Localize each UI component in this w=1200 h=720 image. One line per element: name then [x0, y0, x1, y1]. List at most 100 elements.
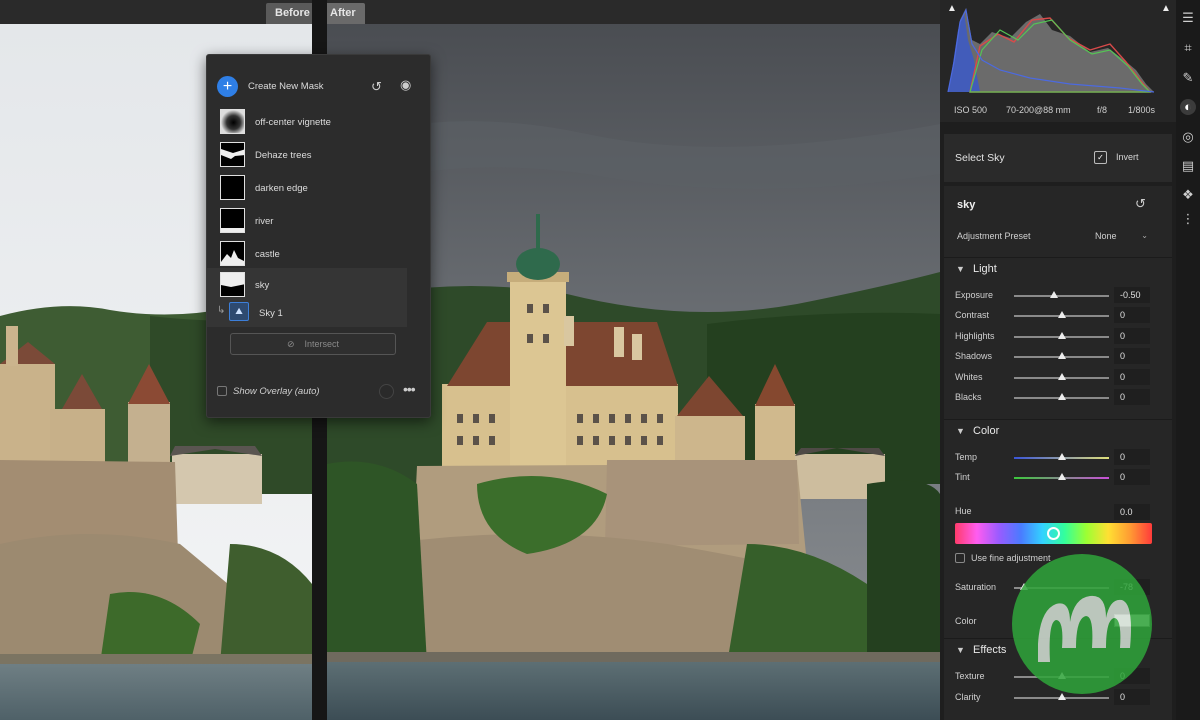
light-section-header[interactable]: ▼ Light	[944, 257, 1172, 281]
slider-value-input[interactable]: 0	[1114, 389, 1150, 405]
crop-icon[interactable]: ⌗	[1180, 40, 1196, 56]
sky-selection-icon: ⛰	[229, 302, 249, 321]
shadow-clipping-icon[interactable]: ▲	[947, 3, 957, 14]
after-tab[interactable]: After	[321, 3, 365, 24]
mask-name: off-center vignette	[255, 117, 331, 128]
mask-row-castle[interactable]: castle	[207, 238, 430, 270]
mask-row-darken-edge[interactable]: darken edge	[207, 172, 430, 204]
healing-brush-icon[interactable]: ✎	[1180, 70, 1196, 86]
slider-label: Temp	[955, 452, 978, 462]
clarity-slider[interactable]	[1014, 693, 1109, 700]
component-name: Sky 1	[259, 308, 283, 319]
slider-thumb[interactable]	[1057, 473, 1066, 480]
shutter-value: 1/800s	[1128, 105, 1156, 115]
more-icon[interactable]: ⋮	[1180, 211, 1196, 227]
temp-slider[interactable]	[1014, 453, 1109, 460]
slider-thumb[interactable]	[1057, 393, 1066, 400]
red-eye-icon[interactable]: ◎	[1180, 129, 1196, 145]
hue-value-input[interactable]: 0.0	[1114, 504, 1150, 520]
mask-thumbnail	[220, 175, 245, 200]
histogram: ▲ ▲	[940, 0, 1176, 100]
eye-icon[interactable]: ◉	[400, 77, 411, 93]
mask-thumbnail	[220, 142, 245, 167]
selection-row: Select Sky ✓ Invert	[944, 134, 1172, 182]
show-overlay-checkbox[interactable]	[217, 386, 227, 396]
slider-label: Tint	[955, 472, 970, 482]
adjustment-preset-select[interactable]: None ⌄	[1089, 228, 1151, 244]
hue-slider[interactable]	[955, 523, 1152, 544]
show-overlay-row: Show Overlay (auto) •••	[207, 381, 430, 403]
mask-row-sky[interactable]: sky	[207, 268, 407, 300]
hue-slider-thumb[interactable]	[1047, 527, 1060, 540]
slider-thumb[interactable]	[1057, 352, 1066, 359]
mask-row-dehaze-trees[interactable]: Dehaze trees	[207, 139, 430, 171]
presets-icon[interactable]: ▤	[1180, 158, 1196, 174]
preset-value: None	[1095, 231, 1117, 241]
mask-row-vignette[interactable]: off-center vignette	[207, 106, 430, 138]
show-overlay-label[interactable]: Show Overlay (auto)	[233, 386, 320, 397]
exposure-slider[interactable]	[1014, 291, 1109, 298]
before-tab[interactable]: Before	[266, 3, 319, 24]
slider-value-input[interactable]: 0	[1114, 328, 1150, 344]
slider-value-input[interactable]: 0	[1114, 369, 1150, 385]
mask-thumbnail	[220, 241, 245, 266]
slider-thumb[interactable]	[1057, 332, 1066, 339]
contrast-slider[interactable]	[1014, 311, 1109, 318]
reset-icon[interactable]: ↺	[1135, 196, 1146, 212]
highlights-slider[interactable]	[1014, 332, 1109, 339]
tint-slider[interactable]	[1014, 473, 1109, 480]
photo-canvas[interactable]: Before After + Create New Mask ↺ ◉ off-c…	[0, 0, 940, 720]
mask-component-sky-1[interactable]: ↳ ⛰ Sky 1	[207, 299, 407, 327]
slider-value-input[interactable]: 0	[1114, 449, 1150, 465]
whites-slider[interactable]	[1014, 373, 1109, 380]
exif-info: ISO 500 70-200@88 mm f/8 1/800s	[940, 100, 1176, 122]
intersect-label: Intersect	[304, 339, 340, 349]
highlights-slider-row: Highlights 0	[944, 327, 1172, 347]
overlay-color-swatch[interactable]	[379, 384, 394, 399]
shadows-slider[interactable]	[1014, 352, 1109, 359]
mask-name: sky	[255, 280, 270, 291]
slider-value-input[interactable]: 0	[1114, 469, 1150, 485]
slider-value-input[interactable]: 0	[1114, 348, 1150, 364]
reset-icon[interactable]: ↺	[371, 79, 382, 95]
slider-label: Clarity	[955, 692, 981, 702]
blacks-slider[interactable]	[1014, 393, 1109, 400]
slider-value-input[interactable]: -0.50	[1114, 287, 1150, 303]
color-section-header[interactable]: ▼ Color	[944, 419, 1172, 443]
mask-row-river[interactable]: river	[207, 205, 430, 237]
mask-thumbnail	[220, 208, 245, 233]
masking-icon[interactable]: ◐	[1180, 99, 1196, 115]
slider-thumb[interactable]	[1057, 311, 1066, 318]
masks-header: + Create New Mask ↺ ◉	[207, 73, 430, 99]
masks-panel: + Create New Mask ↺ ◉ off-center vignett…	[206, 54, 431, 418]
color-section-title: Color	[973, 425, 1000, 437]
create-new-mask-button[interactable]: +	[217, 76, 238, 97]
select-sky-label: Select Sky	[955, 152, 1005, 164]
whites-slider-row: Whites 0	[944, 368, 1172, 388]
watermark-logo	[1010, 552, 1154, 696]
mask-thumbnail	[220, 109, 245, 134]
more-options-icon[interactable]: •••	[403, 381, 416, 397]
temp-slider-row: Temp 0	[944, 448, 1172, 468]
versions-icon[interactable]: ❖	[1180, 187, 1196, 203]
slider-value-input[interactable]: 0	[1114, 307, 1150, 323]
invert-label[interactable]: Invert	[1116, 152, 1139, 162]
aperture-value: f/8	[1097, 105, 1108, 115]
sliders-icon[interactable]: ☰	[1180, 10, 1196, 26]
highlight-clipping-icon[interactable]: ▲	[1161, 3, 1171, 14]
lightroom-window: Before After + Create New Mask ↺ ◉ off-c…	[0, 0, 1200, 720]
mask-thumbnail	[220, 272, 245, 297]
slider-thumb[interactable]	[1057, 373, 1066, 380]
exposure-slider-row: Exposure -0.50	[944, 286, 1172, 306]
slider-label: Saturation	[955, 582, 997, 592]
slider-thumb[interactable]	[1049, 291, 1058, 298]
fine-adjustment-checkbox[interactable]	[955, 553, 965, 563]
intersect-button[interactable]: ⊘ Intersect	[230, 333, 396, 355]
slider-thumb[interactable]	[1057, 453, 1066, 460]
slider-label: Highlights	[955, 331, 995, 341]
slider-label: Exposure	[955, 290, 994, 300]
mask-name: Dehaze trees	[255, 150, 312, 161]
create-new-mask-label[interactable]: Create New Mask	[248, 81, 324, 92]
invert-checkbox[interactable]: ✓	[1094, 151, 1107, 164]
component-link-icon: ↳	[217, 305, 226, 316]
